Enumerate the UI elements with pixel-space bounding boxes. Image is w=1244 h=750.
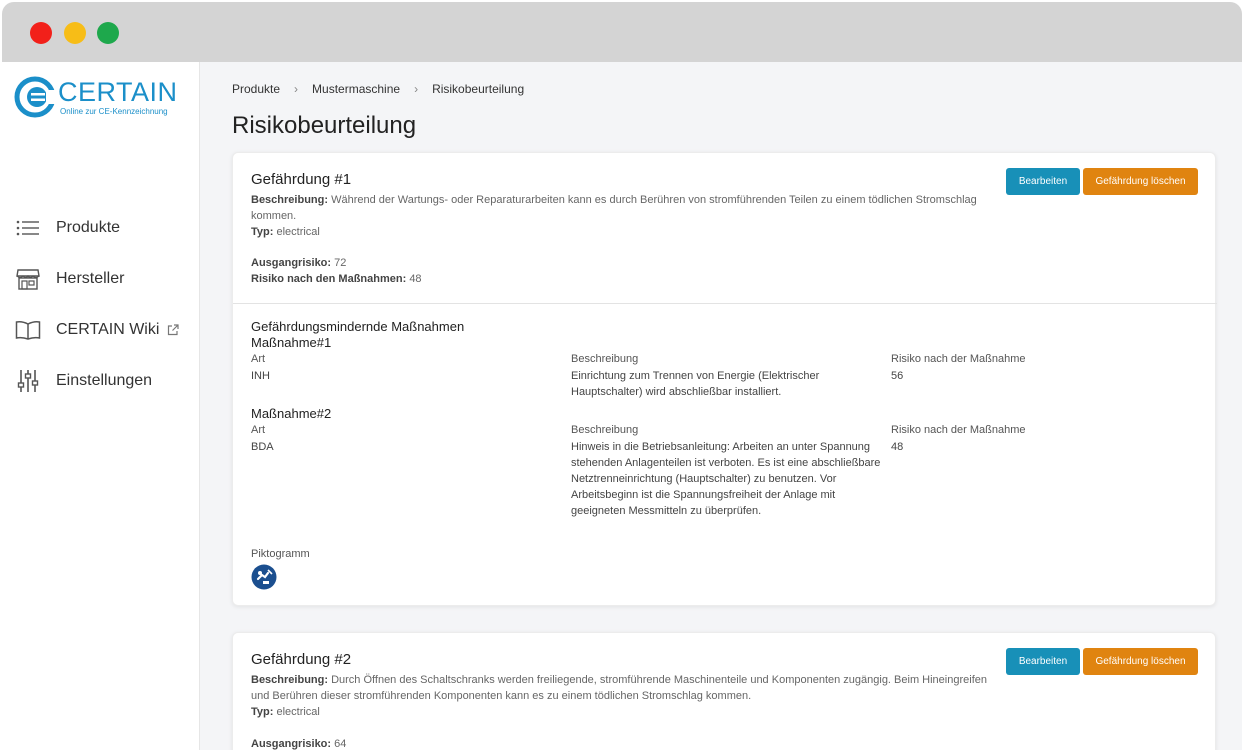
col-header-risiko: Risiko nach der Maßnahme	[891, 424, 1026, 436]
hazard-title: Gefährdung #2	[251, 651, 352, 668]
initial-risk-label: Ausgangrisiko:	[251, 257, 332, 269]
hazard-type: Typ: electrical	[251, 224, 991, 240]
sidebar: CERTAIN Online zur CE-Kennzeichnung Prod…	[2, 62, 200, 750]
hazard-card: Gefährdung #2 Bearbeiten Gefährdung lösc…	[232, 632, 1216, 750]
type-value: electrical	[276, 226, 320, 238]
browser-window: CERTAIN Online zur CE-Kennzeichnung Prod…	[2, 2, 1242, 750]
window-titlebar	[2, 2, 1242, 62]
logo-text: CERTAIN	[58, 77, 178, 107]
sidebar-item-label: CERTAIN Wiki	[56, 320, 160, 338]
col-header-beschreibung: Beschreibung	[571, 353, 639, 365]
risk-after-value: 48	[409, 273, 422, 285]
initial-risk-label: Ausgangrisiko:	[251, 738, 332, 750]
breadcrumb-risikobeurteilung[interactable]: Risikobeurteilung	[432, 82, 524, 96]
sidebar-item-label: Einstellungen	[56, 371, 153, 389]
description-label: Beschreibung:	[251, 194, 329, 206]
type-value: electrical	[276, 706, 320, 718]
external-link-icon	[168, 323, 180, 335]
measures-title: Gefährdungsmindernde Maßnahmen	[251, 319, 465, 334]
hazard-initial-risk: Ausgangrisiko: 64	[251, 736, 991, 750]
divider	[233, 303, 1217, 304]
col-header-risiko: Risiko nach der Maßnahme	[891, 353, 1026, 365]
close-window-button[interactable]	[30, 22, 52, 44]
col-header-beschreibung: Beschreibung	[571, 424, 639, 436]
main-content: Produkte › Mustermaschine › Risikobeurte…	[200, 62, 1242, 750]
description-value: Durch Öffnen des Schaltschranks werden f…	[251, 674, 987, 702]
measure-risk: 48	[891, 441, 904, 453]
sidebar-item-certain-wiki[interactable]: CERTAIN Wiki	[2, 304, 200, 355]
hazard-description: Beschreibung: Während der Wartungs- oder…	[251, 192, 991, 224]
type-label: Typ:	[251, 226, 274, 238]
piktogramm-label: Piktogramm	[251, 548, 310, 560]
chevron-right-icon: ›	[294, 82, 299, 96]
type-label: Typ:	[251, 706, 274, 718]
hazard-card: Gefährdung #1 Bearbeiten Gefährdung lösc…	[232, 152, 1217, 606]
measure-title: Maßnahme#2	[251, 406, 332, 421]
initial-risk-value: 64	[334, 738, 347, 750]
sidebar-item-label: Hersteller	[56, 269, 125, 287]
measure-risk: 56	[891, 370, 904, 382]
hazard-risk-after: Risiko nach den Maßnahmen: 48	[251, 271, 991, 287]
description-label: Beschreibung:	[251, 674, 329, 686]
measure-description: Hinweis in die Betriebsanleitung: Arbeit…	[571, 441, 881, 517]
logo-subtitle: Online zur CE-Kennzeichnung	[60, 107, 168, 116]
measure-art: INH	[251, 370, 270, 382]
book-icon	[14, 318, 42, 342]
col-header-art: Art	[251, 424, 266, 436]
sidebar-item-hersteller[interactable]: Hersteller	[2, 253, 200, 304]
store-icon	[14, 267, 42, 291]
risk-after-label: Risiko nach den Maßnahmen:	[251, 273, 407, 285]
sidebar-nav: Produkte Hersteller CERTAIN Wiki Einstel…	[2, 202, 200, 406]
page-title: Risikobeurteilung	[232, 112, 417, 139]
measure-title: Maßnahme#1	[251, 335, 332, 350]
hazard-title: Gefährdung #1	[251, 171, 352, 188]
description-value: Während der Wartungs- oder Reparaturarbe…	[251, 194, 977, 222]
sidebar-item-einstellungen[interactable]: Einstellungen	[2, 355, 200, 406]
delete-hazard-button[interactable]: Gefährdung löschen	[1083, 168, 1198, 195]
sliders-icon	[14, 369, 42, 393]
certain-logo[interactable]: CERTAIN Online zur CE-Kennzeichnung	[14, 76, 184, 120]
breadcrumb-mustermaschine[interactable]: Mustermaschine	[312, 82, 400, 96]
delete-hazard-button[interactable]: Gefährdung löschen	[1083, 648, 1198, 675]
hazard-type: Typ: electrical	[251, 704, 991, 720]
mandatory-disconnect-pictogram-icon	[251, 564, 277, 590]
measure-description: Einrichtung zum Trennen von Energie (Ele…	[571, 370, 820, 398]
certain-logo-icon	[14, 76, 56, 118]
breadcrumb: Produkte › Mustermaschine › Risikobeurte…	[232, 82, 524, 96]
measure-art: BDA	[251, 441, 274, 453]
list-icon	[14, 216, 42, 240]
hazard-initial-risk: Ausgangrisiko: 72	[251, 255, 991, 271]
sidebar-item-produkte[interactable]: Produkte	[2, 202, 200, 253]
hazard-description: Beschreibung: Durch Öffnen des Schaltsch…	[251, 672, 991, 704]
sidebar-item-label: Produkte	[56, 218, 121, 236]
minimize-window-button[interactable]	[64, 22, 86, 44]
maximize-window-button[interactable]	[97, 22, 119, 44]
chevron-right-icon: ›	[414, 82, 419, 96]
edit-button[interactable]: Bearbeiten	[1006, 168, 1080, 195]
col-header-art: Art	[251, 353, 266, 365]
edit-button[interactable]: Bearbeiten	[1006, 648, 1080, 675]
breadcrumb-produkte[interactable]: Produkte	[232, 82, 280, 96]
initial-risk-value: 72	[334, 257, 347, 269]
